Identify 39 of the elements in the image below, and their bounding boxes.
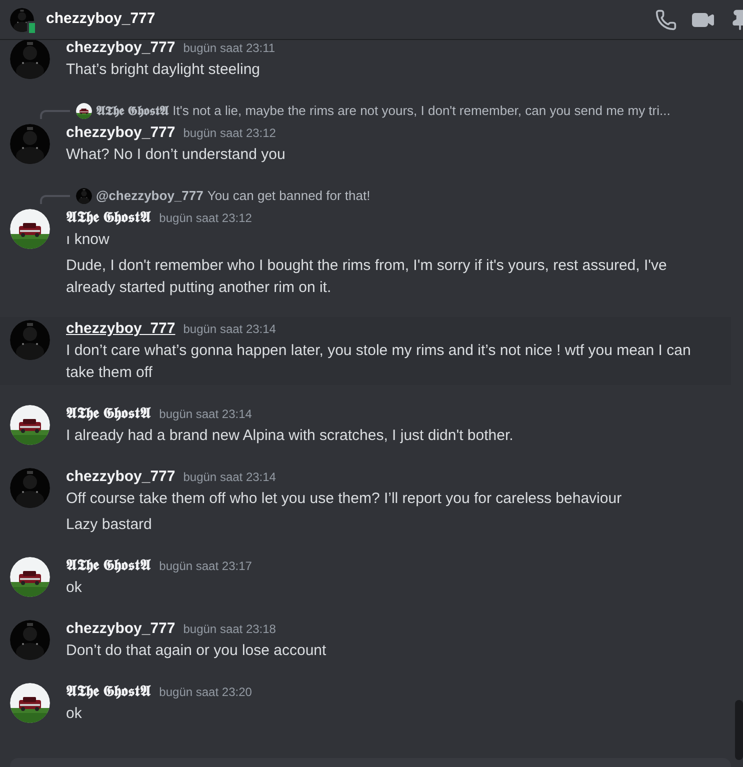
author-name[interactable]: 𝕬𝕿𝖍𝖊 𝕲𝖍𝖔𝖘𝖙𝕬 — [66, 207, 152, 230]
reply-connector — [40, 195, 70, 204]
reply-preview[interactable]: It's not a lie, maybe the rims are not yours, I don't remember, can you send me my tri... — [172, 101, 670, 121]
author-name[interactable]: 𝕬𝕿𝖍𝖊 𝕲𝖍𝖔𝖘𝖙𝕬 — [66, 555, 152, 578]
timestamp: bugün saat 23:11 — [183, 40, 276, 57]
timestamp: bugün saat 23:12 — [159, 210, 252, 227]
reply-connector — [40, 110, 70, 119]
timestamp: bugün saat 23:14 — [183, 321, 276, 338]
message-text: Don’t do that again or you lose account — [66, 641, 326, 661]
timestamp: bugün saat 23:14 — [159, 406, 252, 423]
phone-icon[interactable] — [655, 8, 677, 30]
reply-author[interactable]: @chezzyboy_777 — [96, 186, 204, 206]
message-text: ı know — [66, 230, 110, 250]
message-text: ok — [66, 578, 83, 598]
message-text: That’s bright daylight steeling — [66, 60, 262, 80]
author-name[interactable]: chezzyboy_777 — [66, 122, 176, 144]
timestamp: bugün saat 23:14 — [183, 469, 276, 486]
author-name[interactable]: chezzyboy_777 — [66, 37, 176, 60]
author-name[interactable]: chezzyboy_777 — [66, 466, 176, 488]
mobile-status-icon — [27, 20, 37, 34]
timestamp: bugün saat 23:17 — [159, 558, 252, 575]
author-name[interactable]: chezzyboy_777 — [66, 618, 176, 640]
scrollbar — [735, 700, 743, 760]
message-text: Lazy bastard — [66, 515, 153, 535]
message-text: Dude, I don't remember who I bought the rims from, I'm sorry if it's yours, rest assured, I've already started putting another rim on it. — [66, 256, 668, 298]
author-name[interactable]: 𝕬𝕿𝖍𝖊 𝕲𝖍𝖔𝖘𝖙𝕬 — [66, 403, 152, 426]
message-text: What? No I don’t understand you — [66, 145, 286, 165]
timestamp: bugün saat 23:12 — [183, 125, 276, 142]
reply-author[interactable]: 𝕬𝕿𝖍𝖊 𝕲𝖍𝖔𝖘𝖙𝕬 — [96, 101, 169, 121]
message-text: I don’t care what’s gonna happen later, you stole my rims and it’s not nice ! wtf you mean I can take them off — [66, 341, 692, 383]
message-text: Off course take them off who let you use them? I’ll report you for careless behaviour — [66, 489, 622, 509]
author-name[interactable]: chezzyboy_777 — [66, 318, 176, 340]
timestamp: bugün saat 23:20 — [159, 684, 252, 701]
timestamp: bugün saat 23:18 — [183, 621, 276, 638]
author-name[interactable]: 𝕬𝕿𝖍𝖊 𝕲𝖍𝖔𝖘𝖙𝕬 — [66, 681, 152, 704]
message-text: ok — [66, 704, 83, 724]
channel-title: chezzyboy_777 — [46, 9, 156, 30]
message-text: I already had a brand new Alpina with scratches, I just didn't bother. — [66, 426, 514, 446]
reply-preview[interactable]: You can get banned for that! — [207, 186, 370, 206]
